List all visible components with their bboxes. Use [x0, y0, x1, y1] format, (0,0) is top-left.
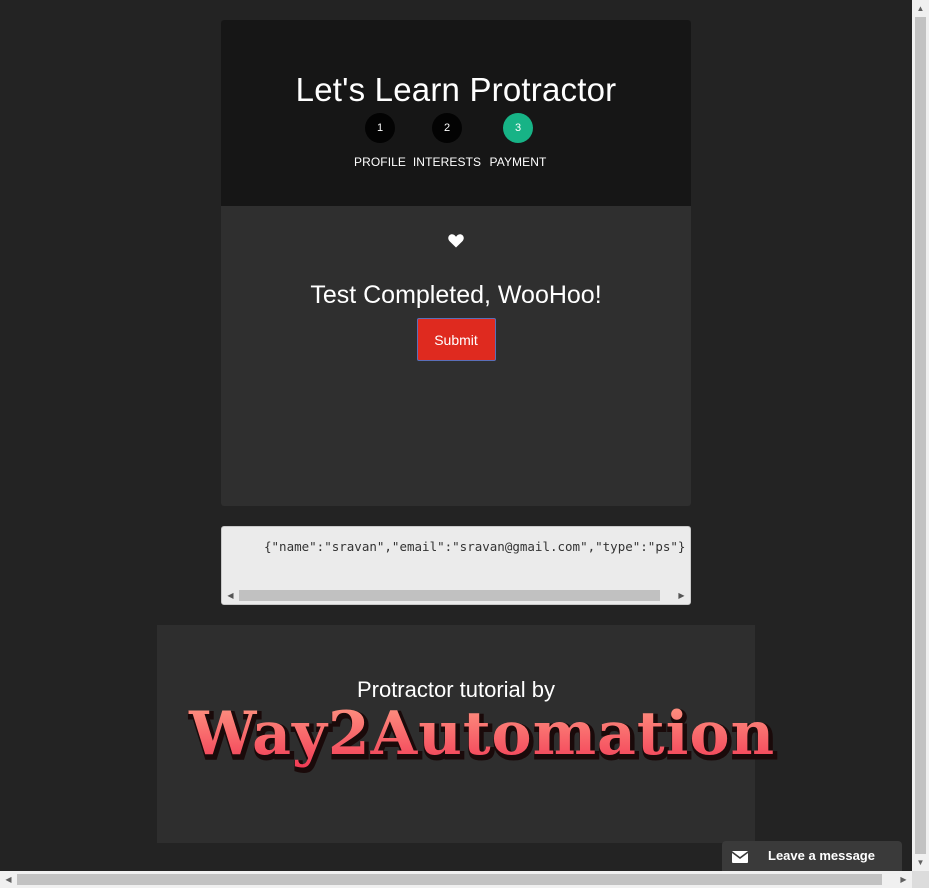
json-output-text: {"name":"sravan","email":"sravan@gmail.c…	[264, 539, 686, 554]
step-label: PAYMENT	[489, 155, 547, 169]
footer-banner: Protractor tutorial by Way2Automation Wa…	[157, 625, 779, 843]
wizard-card: Let's Learn Protractor 1 PROFILE 2 INTER…	[221, 20, 691, 506]
json-horizontal-scrollbar[interactable]: ◀ ▶	[222, 587, 690, 604]
json-output-box[interactable]: {"name":"sravan","email":"sravan@gmail.c…	[221, 526, 691, 605]
step-number: 1	[365, 113, 395, 143]
wizard-header: Let's Learn Protractor 1 PROFILE 2 INTER…	[221, 20, 691, 206]
logo-text: Way2Automation	[188, 699, 775, 769]
leave-message-label: Leave a message	[768, 848, 875, 863]
scrollbar-thumb[interactable]	[17, 874, 882, 885]
scrollbar-thumb[interactable]	[239, 590, 660, 601]
step-label: INTERESTS	[412, 155, 482, 169]
page-horizontal-scrollbar[interactable]: ◀ ▶	[0, 871, 912, 888]
submit-button[interactable]: Submit	[416, 318, 496, 361]
scrollbar-thumb[interactable]	[915, 17, 926, 854]
scroll-left-icon[interactable]: ◀	[0, 871, 17, 888]
step-number: 2	[432, 113, 462, 143]
scrollbar-corner	[912, 871, 929, 888]
scroll-down-icon[interactable]: ▼	[912, 854, 929, 871]
way2automation-logo[interactable]: Way2Automation Way2Automation	[187, 699, 817, 794]
step-indicator: 1 PROFILE 2 INTERESTS 3 PAYMENT	[221, 109, 691, 189]
scroll-right-icon[interactable]: ▶	[673, 587, 690, 604]
page-viewport: Let's Learn Protractor 1 PROFILE 2 INTER…	[0, 0, 912, 871]
step-payment[interactable]: 3 PAYMENT	[478, 113, 558, 169]
heart-icon	[221, 234, 691, 256]
wizard-body: Test Completed, WooHoo! Submit	[221, 234, 691, 361]
scroll-left-icon[interactable]: ◀	[222, 587, 239, 604]
scroll-right-icon[interactable]: ▶	[895, 871, 912, 888]
leave-message-button[interactable]: Leave a message	[722, 841, 902, 871]
step-number: 3	[503, 113, 533, 143]
step-interests[interactable]: 2 INTERESTS	[407, 113, 487, 169]
envelope-icon	[731, 850, 749, 868]
completion-message: Test Completed, WooHoo!	[310, 281, 602, 309]
page-vertical-scrollbar[interactable]: ▲ ▼	[912, 0, 929, 871]
scroll-up-icon[interactable]: ▲	[912, 0, 929, 17]
page-title: Let's Learn Protractor	[295, 71, 617, 108]
